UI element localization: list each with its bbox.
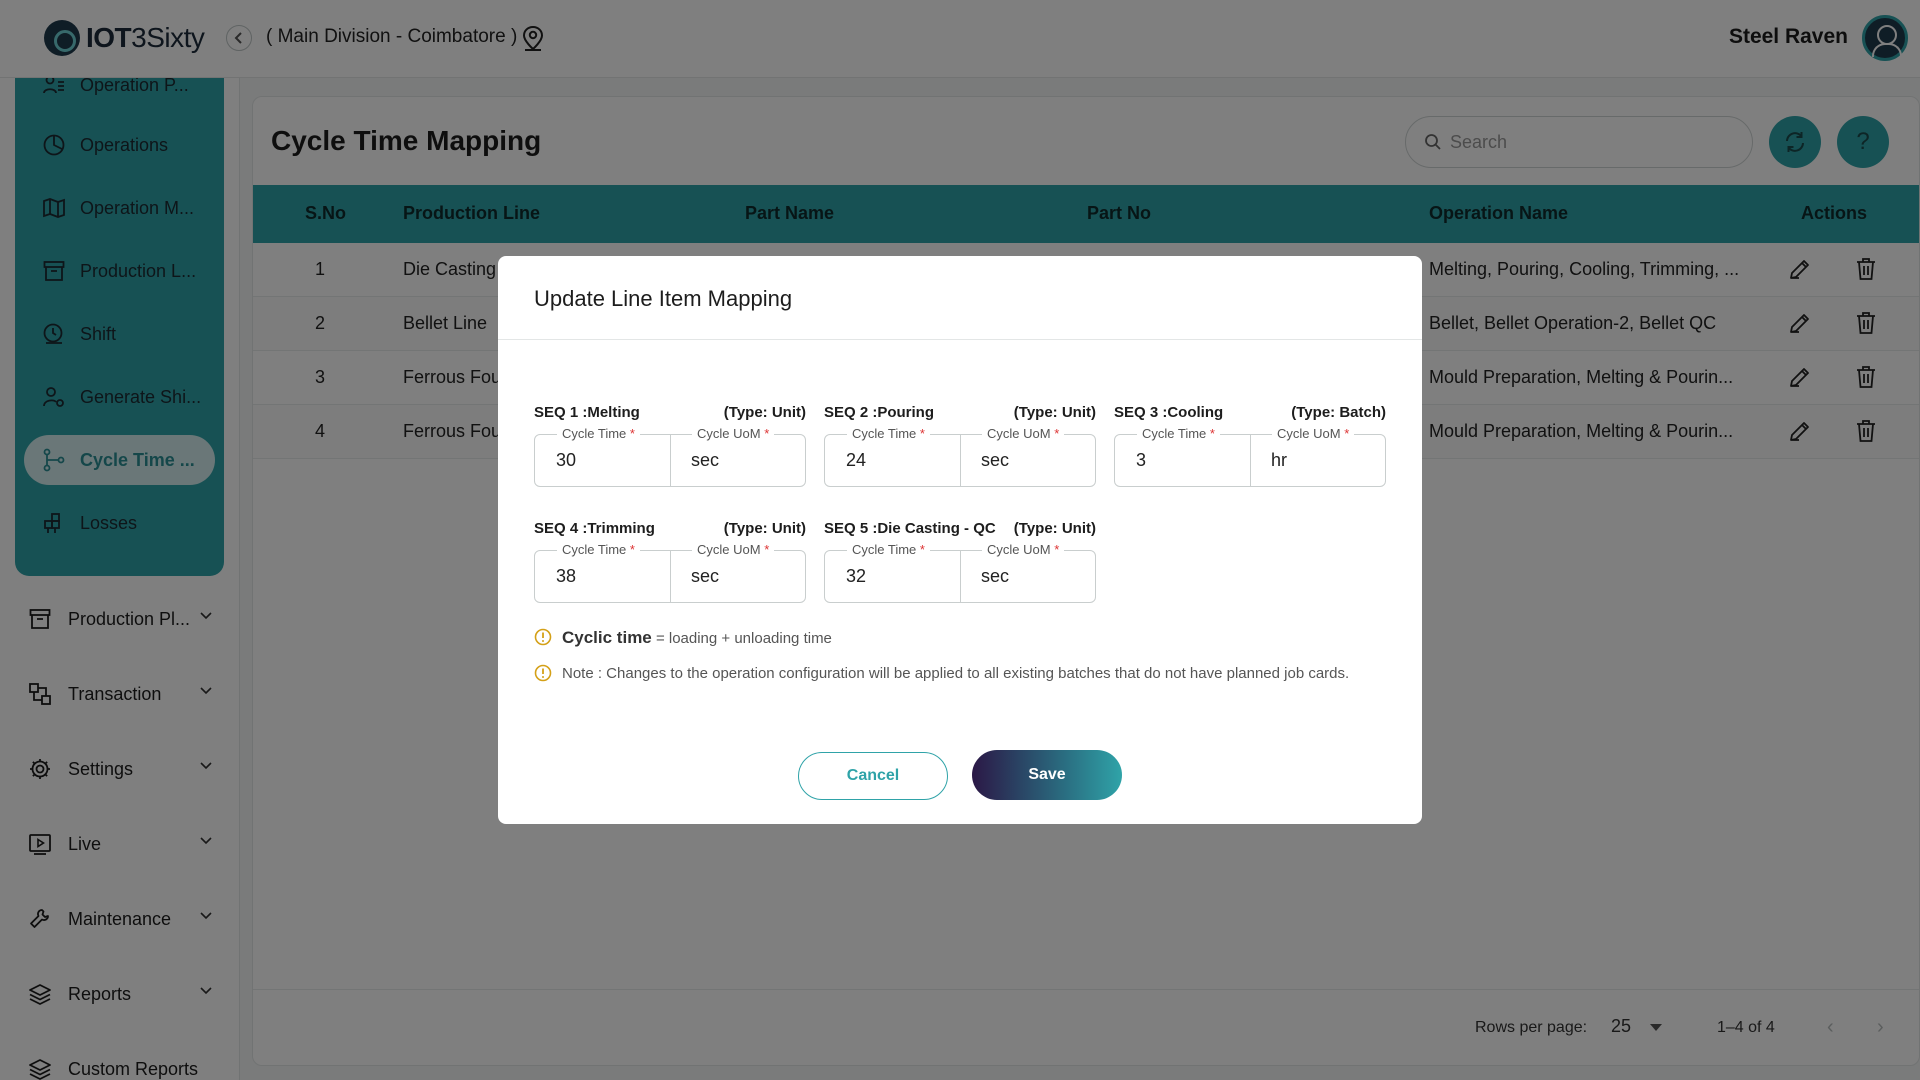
cycle-field-group: Cycle Time * 24 Cycle UoM * sec <box>824 426 1096 487</box>
sequence-card: SEQ 1 :Melting (Type: Unit) Cycle Time * … <box>534 404 806 504</box>
sequence-type: (Type: Batch) <box>1291 404 1386 421</box>
cycle-uom-input[interactable]: hr <box>1271 450 1287 471</box>
sequence-type: (Type: Unit) <box>1013 520 1096 537</box>
configuration-note: Note : Changes to the operation configur… <box>534 662 1394 685</box>
dialog-title: Update Line Item Mapping <box>534 286 793 311</box>
cycle-uom-input[interactable]: sec <box>691 450 719 471</box>
sequence-type: (Type: Unit) <box>723 404 806 421</box>
cycle-uom-label: Cycle UoM * <box>982 542 1065 557</box>
dialog-divider <box>498 339 1422 340</box>
cycle-time-input[interactable]: 3 <box>1136 450 1146 471</box>
cycle-time-input[interactable]: 38 <box>556 566 576 587</box>
cycle-time-label: Cycle Time * <box>847 542 930 557</box>
cycle-uom-label: Cycle UoM * <box>982 426 1065 441</box>
cycle-time-input[interactable]: 24 <box>846 450 866 471</box>
cycle-field-group: Cycle Time * 38 Cycle UoM * sec <box>534 542 806 603</box>
warning-icon <box>534 628 552 646</box>
update-mapping-dialog: Update Line Item Mapping SEQ 1 :Melting (… <box>498 256 1422 824</box>
cycle-field-group: Cycle Time * 30 Cycle UoM * sec <box>534 426 806 487</box>
cycle-uom-label: Cycle UoM * <box>692 426 775 441</box>
cycle-uom-label: Cycle UoM * <box>692 542 775 557</box>
sequence-title: SEQ 3 :Cooling <box>1114 404 1224 421</box>
cycle-time-input[interactable]: 30 <box>556 450 576 471</box>
sequence-title: SEQ 2 :Pouring <box>824 404 935 421</box>
cycle-uom-input[interactable]: sec <box>981 566 1009 587</box>
cycle-time-label: Cycle Time * <box>1137 426 1220 441</box>
cycle-uom-input[interactable]: sec <box>981 450 1009 471</box>
sequence-card: SEQ 5 :Die Casting - QC (Type: Unit) Cycl… <box>824 520 1096 620</box>
cycle-time-label: Cycle Time * <box>557 426 640 441</box>
sequence-card: SEQ 4 :Trimming (Type: Unit) Cycle Time *… <box>534 520 806 620</box>
save-button[interactable]: Save <box>972 750 1122 800</box>
sequence-card: SEQ 3 :Cooling (Type: Batch) Cycle Time *… <box>1114 404 1386 504</box>
sequence-card: SEQ 2 :Pouring (Type: Unit) Cycle Time * … <box>824 404 1096 504</box>
cycle-time-input[interactable]: 32 <box>846 566 866 587</box>
cyclic-time-formula: Cyclic time = loading + unloading time <box>534 626 1394 650</box>
sequence-type: (Type: Unit) <box>1013 404 1096 421</box>
sequence-type: (Type: Unit) <box>723 520 806 537</box>
cycle-time-label: Cycle Time * <box>557 542 640 557</box>
sequence-title: SEQ 1 :Melting <box>534 404 640 421</box>
cycle-field-group: Cycle Time * 32 Cycle UoM * sec <box>824 542 1096 603</box>
cancel-button[interactable]: Cancel <box>798 752 948 800</box>
warning-icon <box>534 664 552 682</box>
cycle-time-label: Cycle Time * <box>847 426 930 441</box>
cycle-uom-label: Cycle UoM * <box>1272 426 1355 441</box>
cycle-field-group: Cycle Time * 3 Cycle UoM * hr <box>1114 426 1386 487</box>
sequence-title: SEQ 4 :Trimming <box>534 520 655 537</box>
cycle-uom-input[interactable]: sec <box>691 566 719 587</box>
sequence-title: SEQ 5 :Die Casting - QC <box>824 520 996 537</box>
